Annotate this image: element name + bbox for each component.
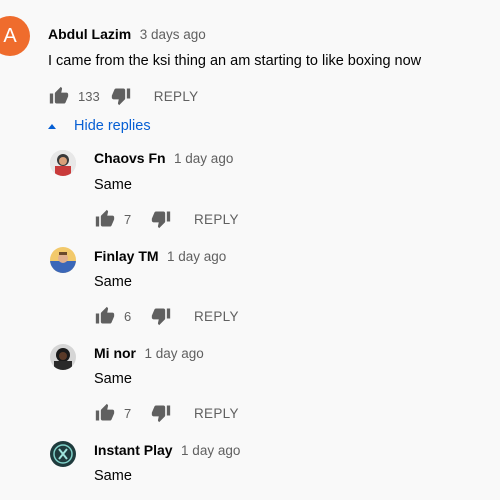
avatar[interactable] bbox=[50, 441, 76, 467]
reply-time[interactable]: 1 day ago bbox=[144, 346, 203, 361]
comment-header: Abdul Lazim 3 days ago bbox=[48, 26, 206, 44]
caret-up-icon bbox=[48, 123, 56, 129]
reply-header: Chaovs Fn 1 day ago bbox=[94, 150, 233, 168]
reply-text: Same bbox=[94, 177, 132, 193]
like-count: 7 bbox=[124, 405, 132, 421]
reply-button[interactable]: REPLY bbox=[194, 212, 239, 227]
reply-actions: 7 REPLY bbox=[94, 401, 239, 425]
reply-button[interactable]: REPLY bbox=[154, 89, 199, 104]
reply-time[interactable]: 1 day ago bbox=[167, 249, 226, 264]
like-count: 6 bbox=[124, 308, 132, 324]
thumb-up-icon[interactable] bbox=[48, 85, 70, 107]
reply-author[interactable]: Instant Play bbox=[94, 442, 173, 458]
comment-author[interactable]: Abdul Lazim bbox=[48, 26, 131, 42]
comment-time[interactable]: 3 days ago bbox=[140, 27, 206, 42]
avatar[interactable] bbox=[50, 247, 76, 273]
reply-text: Same bbox=[94, 371, 132, 387]
reply-actions: 6 REPLY bbox=[94, 304, 239, 328]
hide-replies-label: Hide replies bbox=[74, 118, 151, 134]
thumb-up-icon[interactable] bbox=[94, 402, 116, 424]
reply-header: Mi nor 1 day ago bbox=[94, 345, 204, 363]
hide-replies-button[interactable]: Hide replies bbox=[44, 118, 151, 134]
reply-button[interactable]: REPLY bbox=[194, 406, 239, 421]
reply-text: Same bbox=[94, 468, 132, 484]
reply-author[interactable]: Mi nor bbox=[94, 345, 136, 361]
reply-header: Instant Play 1 day ago bbox=[94, 442, 240, 460]
reply-time[interactable]: 1 day ago bbox=[174, 151, 233, 166]
comment-actions: 133 REPLY bbox=[48, 84, 198, 108]
reply-author[interactable]: Chaovs Fn bbox=[94, 150, 166, 166]
thumb-down-icon[interactable] bbox=[150, 402, 172, 424]
like-count: 133 bbox=[78, 88, 100, 104]
thumb-up-icon[interactable] bbox=[94, 208, 116, 230]
reply-actions: 7 REPLY bbox=[94, 207, 239, 231]
thumb-down-icon[interactable] bbox=[110, 85, 132, 107]
avatar[interactable]: A bbox=[0, 16, 30, 56]
reply-header: Finlay TM 1 day ago bbox=[94, 248, 226, 266]
thumb-down-icon[interactable] bbox=[150, 305, 172, 327]
reply-text: Same bbox=[94, 274, 132, 290]
thumb-up-icon[interactable] bbox=[94, 305, 116, 327]
comment-text: I came from the ksi thing an am starting… bbox=[48, 53, 422, 69]
avatar[interactable] bbox=[50, 344, 76, 370]
avatar[interactable] bbox=[50, 150, 76, 176]
reply-button[interactable]: REPLY bbox=[194, 309, 239, 324]
avatar-letter: A bbox=[3, 24, 17, 47]
reply-time[interactable]: 1 day ago bbox=[181, 443, 240, 458]
reply-author[interactable]: Finlay TM bbox=[94, 248, 159, 264]
like-count: 7 bbox=[124, 211, 132, 227]
thumb-down-icon[interactable] bbox=[150, 208, 172, 230]
